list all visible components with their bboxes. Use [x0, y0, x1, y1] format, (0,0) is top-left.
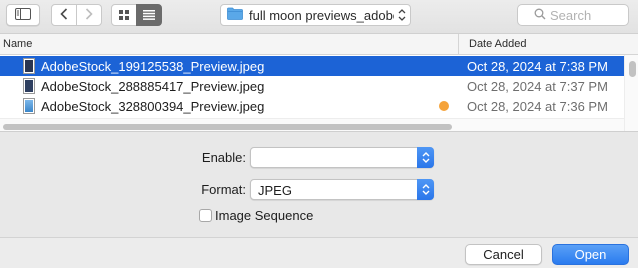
- navigation-buttons: [51, 4, 103, 26]
- options-panel: Enable: Format: JPEG: [0, 131, 638, 237]
- format-popup[interactable]: JPEG: [250, 179, 434, 200]
- chevron-left-icon: [60, 7, 68, 23]
- list-icon: [143, 8, 155, 23]
- chevron-updown-icon: [398, 8, 406, 25]
- file-date: Oct 28, 2024 at 7:36 PM: [467, 99, 608, 114]
- format-label: Format:: [201, 182, 246, 197]
- open-button[interactable]: Open: [552, 244, 629, 265]
- chevron-updown-icon: [417, 147, 434, 168]
- sidebar-icon: [15, 7, 31, 23]
- search-field[interactable]: [517, 4, 630, 26]
- image-sequence-checkbox[interactable]: [199, 209, 212, 222]
- file-name: AdobeStock_288885417_Preview.jpeg: [41, 79, 265, 94]
- location-name: full moon previews_adobe: [249, 7, 394, 23]
- column-header-name[interactable]: Name: [3, 38, 32, 50]
- sidebar-toggle-button[interactable]: [6, 4, 40, 26]
- vertical-scroll-knob[interactable]: [629, 61, 636, 77]
- file-date: Oct 28, 2024 at 7:37 PM: [467, 79, 608, 94]
- image-sequence-label[interactable]: Image Sequence: [215, 208, 313, 223]
- horizontal-scroll-knob[interactable]: [3, 124, 452, 130]
- enable-popup[interactable]: [250, 147, 434, 168]
- back-button[interactable]: [51, 4, 77, 26]
- open-dialog: full moon previews_adobe Name Date Add: [0, 0, 638, 268]
- format-value: JPEG: [258, 183, 292, 198]
- toolbar: full moon previews_adobe: [0, 0, 638, 33]
- file-name: AdobeStock_328800394_Preview.jpeg: [41, 99, 265, 114]
- file-row[interactable]: AdobeStock_328800394_Preview.jpeg Oct 28…: [0, 96, 624, 116]
- button-bar: Cancel Open: [0, 237, 638, 268]
- file-thumbnail-icon: [23, 78, 35, 94]
- search-icon: [534, 8, 546, 23]
- enable-label: Enable:: [201, 150, 246, 165]
- forward-button[interactable]: [76, 4, 102, 26]
- grid-icon: [119, 8, 129, 23]
- file-row[interactable]: AdobeStock_199125538_Preview.jpeg Oct 28…: [0, 56, 624, 76]
- column-divider[interactable]: [458, 34, 459, 55]
- location-popup[interactable]: full moon previews_adobe: [220, 4, 411, 26]
- column-header-date-added[interactable]: Date Added: [469, 38, 527, 50]
- folder-icon: [227, 7, 243, 23]
- file-row[interactable]: AdobeStock_288885417_Preview.jpeg Oct 28…: [0, 76, 624, 96]
- file-thumbnail-icon: [23, 58, 35, 74]
- file-name: AdobeStock_199125538_Preview.jpeg: [41, 59, 265, 74]
- file-list: Name Date Added AdobeStock_199125538_Pre…: [0, 33, 638, 132]
- view-mode-buttons: [111, 4, 163, 26]
- chevron-right-icon: [85, 7, 93, 23]
- orange-tag-icon: [439, 101, 449, 111]
- chevron-updown-icon: [417, 179, 434, 200]
- list-header: Name Date Added: [0, 34, 638, 55]
- vertical-scrollbar[interactable]: [624, 55, 638, 132]
- cancel-button[interactable]: Cancel: [465, 244, 542, 265]
- list-view-button[interactable]: [136, 4, 162, 26]
- file-thumbnail-icon: [23, 98, 35, 114]
- horizontal-scrollbar[interactable]: [0, 118, 624, 132]
- search-input[interactable]: [550, 7, 630, 23]
- icon-view-button[interactable]: [111, 4, 137, 26]
- file-date: Oct 28, 2024 at 7:38 PM: [467, 59, 608, 74]
